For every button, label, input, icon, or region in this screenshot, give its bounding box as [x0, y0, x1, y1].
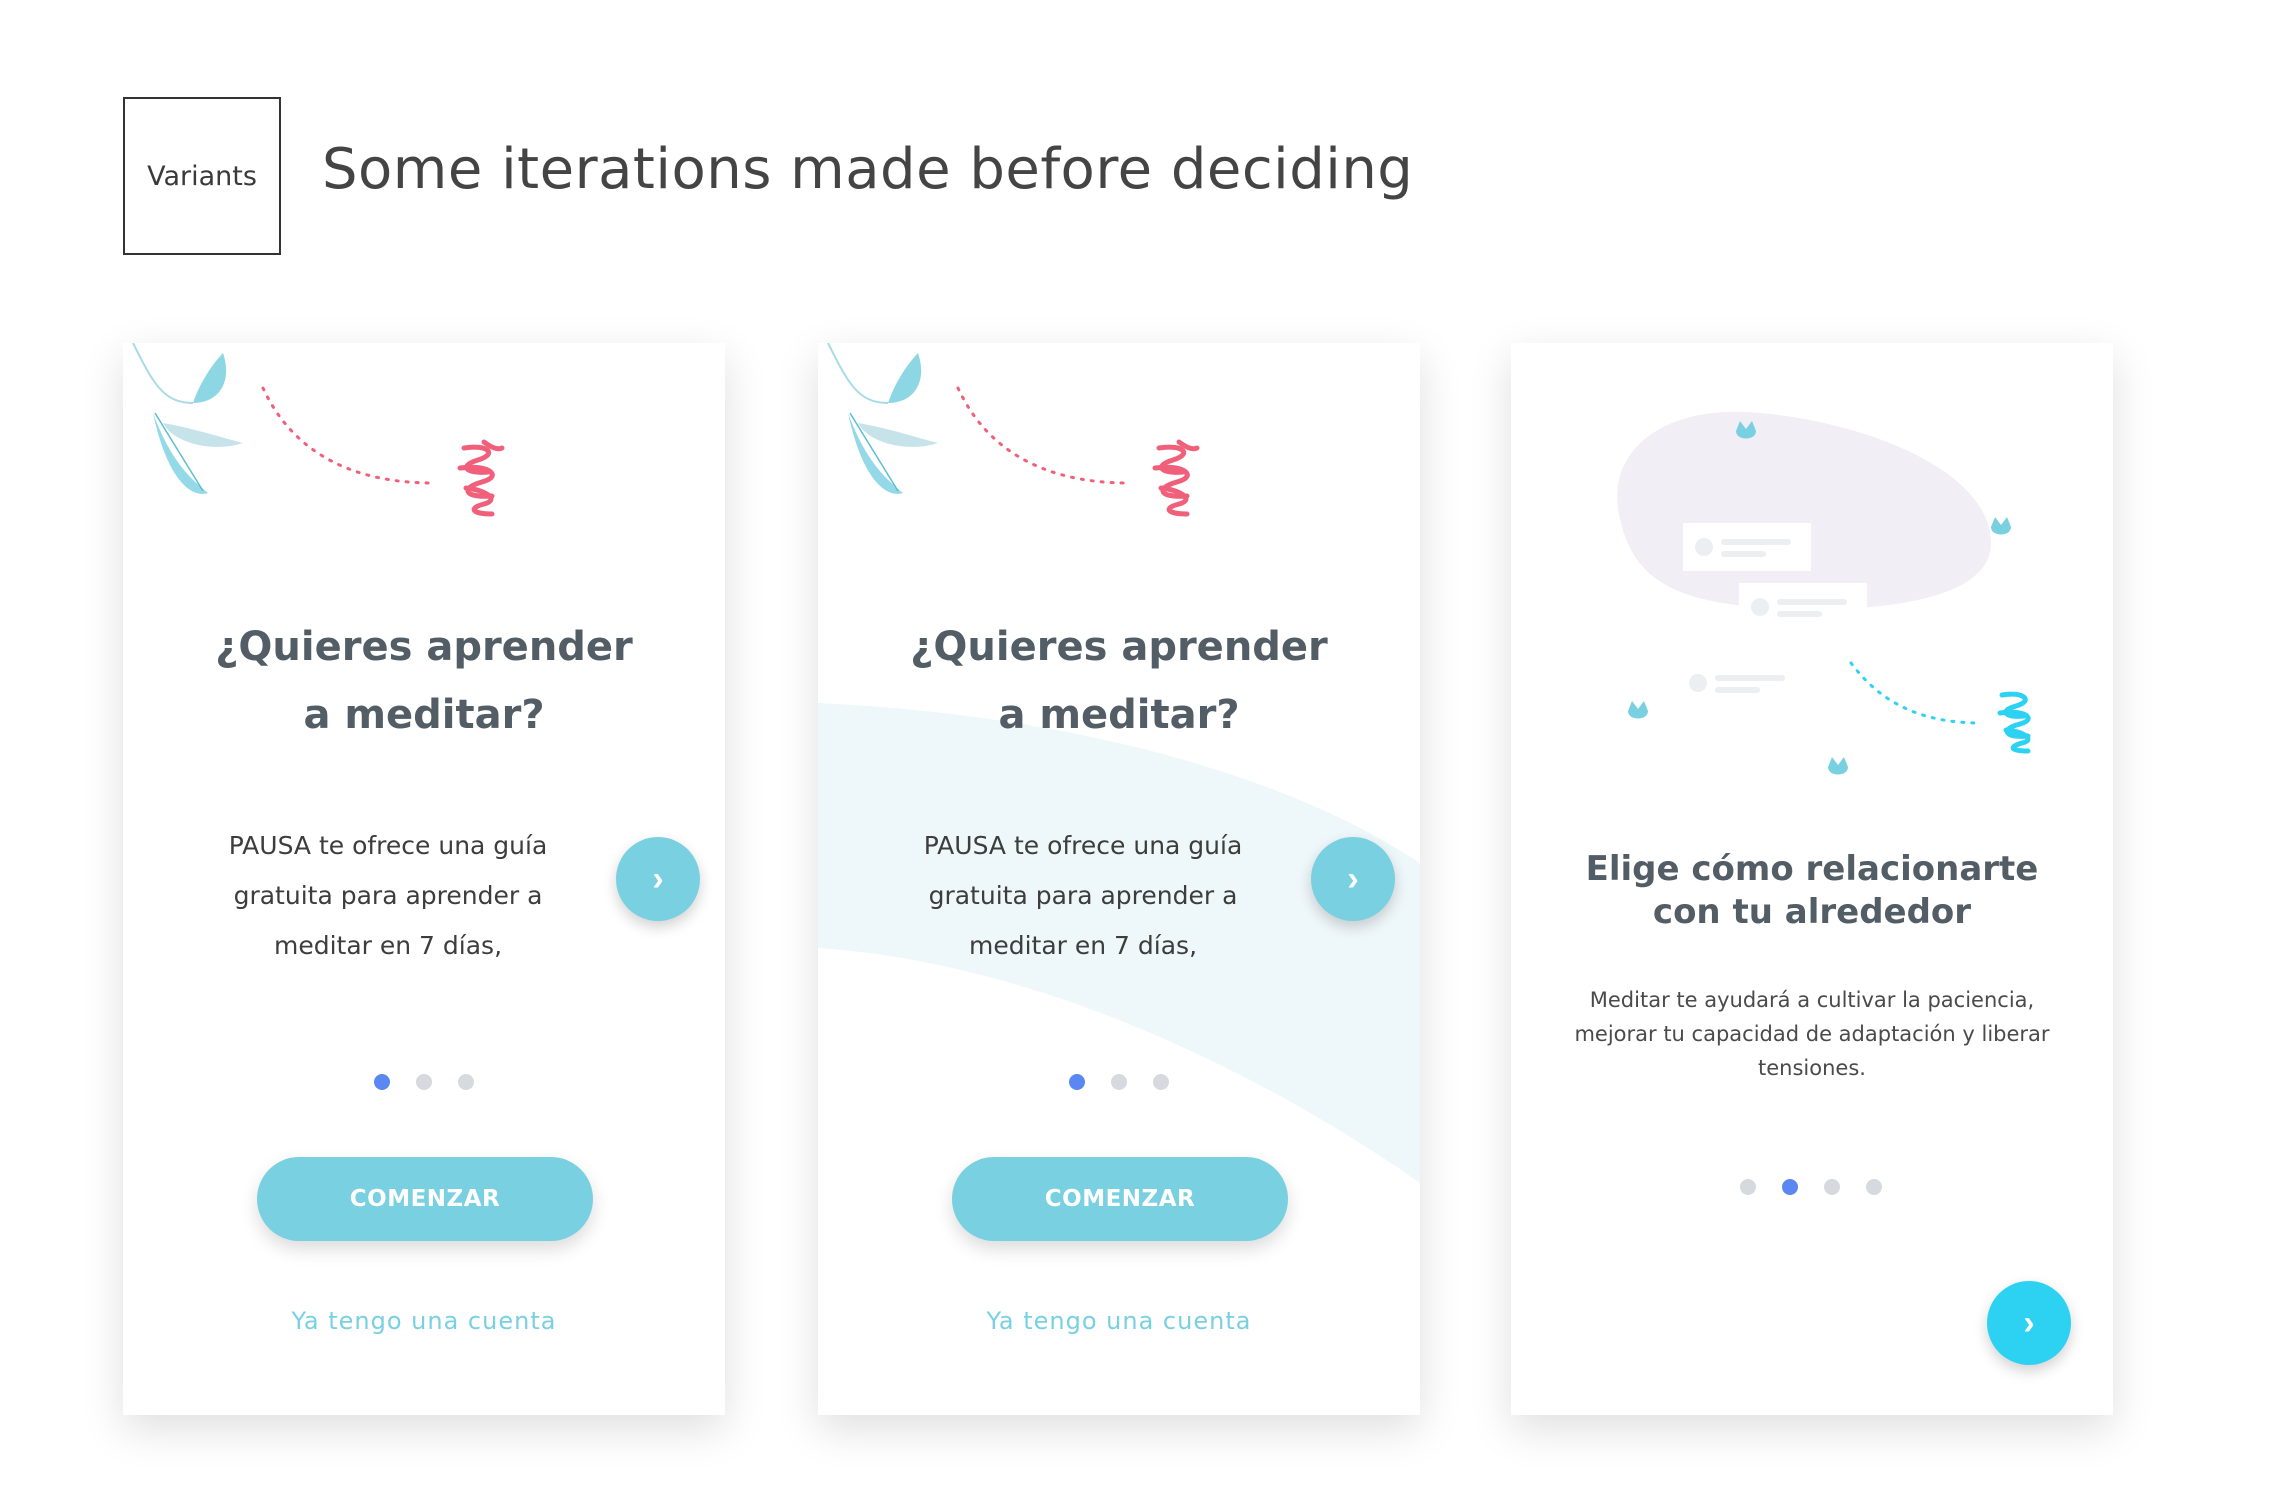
onboarding-description: PAUSA te ofrece una guía gratuita para a…	[218, 821, 558, 971]
pagination-dot[interactable]	[1111, 1074, 1127, 1090]
message-card	[1683, 523, 1811, 571]
onboarding-variant-3: Elige cómo relacionarte con tu alrededor…	[1511, 343, 2113, 1415]
description-line: meditar en 7 días,	[968, 931, 1198, 960]
variants-label-box: Variants	[123, 97, 281, 255]
comenzar-button[interactable]: COMENZAR	[257, 1157, 593, 1241]
title-line: Elige cómo relacionarte	[1585, 849, 2039, 889]
pagination-dot[interactable]	[1866, 1179, 1882, 1195]
onboarding-title: Elige cómo relacionarte con tu alrededor	[1511, 848, 2113, 934]
onboarding-description: Meditar te ayudará a cultivar la pacienc…	[1566, 983, 2058, 1085]
title-line: a meditar?	[303, 692, 545, 738]
onboarding-variant-2: ¿Quieres aprender a meditar? PAUSA te of…	[818, 343, 1420, 1415]
pagination-dot[interactable]	[374, 1074, 390, 1090]
pagination-dot[interactable]	[1069, 1074, 1085, 1090]
next-button[interactable]: ›	[1987, 1281, 2071, 1365]
description-line: Meditar te ayudará a cultivar la pacienc…	[1589, 988, 2035, 1012]
pagination-dots	[1740, 1179, 1882, 1195]
title-line: a meditar?	[998, 692, 1240, 738]
have-account-link[interactable]: Ya tengo una cuenta	[123, 1307, 725, 1335]
pagination-dot[interactable]	[1824, 1179, 1840, 1195]
pagination-dot[interactable]	[458, 1074, 474, 1090]
pagination-dot[interactable]	[1740, 1179, 1756, 1195]
chevron-right-icon: ›	[652, 859, 664, 898]
description-line: meditar en 7 días,	[273, 931, 503, 960]
chevron-right-icon: ›	[2023, 1303, 2035, 1342]
onboarding-variant-1: ¿Quieres aprender a meditar? PAUSA te of…	[123, 343, 725, 1415]
chat-illustration	[1617, 411, 2031, 775]
pausa-logo-icon	[1997, 691, 2031, 754]
description-line: tensiones.	[1758, 1056, 1866, 1080]
onboarding-title: ¿Quieres aprender a meditar?	[123, 613, 725, 749]
chevron-right-icon: ›	[1347, 859, 1359, 898]
have-account-link[interactable]: Ya tengo una cuenta	[818, 1307, 1420, 1335]
next-button[interactable]: ›	[1311, 837, 1395, 921]
pagination-dots	[374, 1074, 474, 1090]
description-line: gratuita para aprender a	[233, 881, 543, 910]
onboarding-title: ¿Quieres aprender a meditar?	[818, 613, 1420, 749]
next-button[interactable]: ›	[616, 837, 700, 921]
pagination-dot[interactable]	[1782, 1179, 1798, 1195]
description-line: mejorar tu capacidad de adaptación y lib…	[1574, 1022, 2050, 1046]
description-line: gratuita para aprender a	[928, 881, 1238, 910]
pagination-dots	[1069, 1074, 1169, 1090]
leaves-icon	[827, 343, 1130, 494]
description-line: PAUSA te ofrece una guía	[923, 831, 1243, 860]
description-line: PAUSA te ofrece una guía	[228, 831, 548, 860]
pagination-dot[interactable]	[416, 1074, 432, 1090]
comenzar-button[interactable]: COMENZAR	[952, 1157, 1288, 1241]
pagination-dot[interactable]	[1153, 1074, 1169, 1090]
leaves-icon	[132, 343, 435, 494]
onboarding-description: PAUSA te ofrece una guía gratuita para a…	[913, 821, 1253, 971]
title-line: con tu alrededor	[1652, 892, 1972, 932]
title-line: ¿Quieres aprender	[910, 624, 1328, 670]
page-headline: Some iterations made before deciding	[322, 137, 1414, 202]
variants-label: Variants	[147, 160, 257, 192]
title-line: ¿Quieres aprender	[215, 624, 633, 670]
